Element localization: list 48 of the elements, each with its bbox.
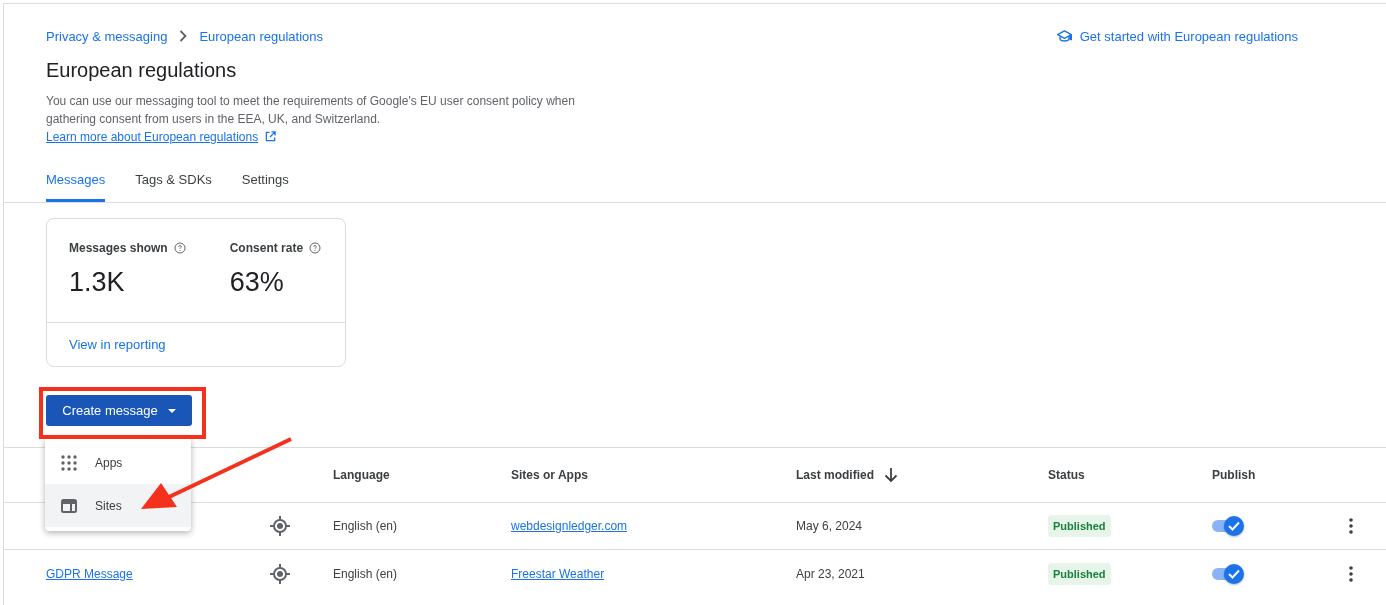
description-text: You can use our messaging tool to meet the requirements of Google's EU user consent policy when gathering consent from users in the EEA, UK, and Switzerland. Learn more about European regulations (46, 93, 576, 146)
web-page-icon (61, 498, 77, 513)
menu-item[interactable]: Sites (45, 484, 191, 527)
table-cell-text: English (en) (333, 566, 399, 581)
help-icon[interactable] (309, 242, 322, 254)
help-icon[interactable] (173, 242, 186, 254)
metric-label: Consent rate (229, 241, 304, 255)
breadcrumb-link[interactable]: European regulations (199, 28, 323, 44)
column-header: Publish (1212, 468, 1257, 482)
caret-icon (167, 408, 176, 413)
metric-value: 63% (229, 267, 285, 298)
table-cell-text: English (en) (333, 519, 399, 533)
tab[interactable]: Messages (46, 172, 106, 202)
create-message-button[interactable]: Create message (46, 395, 192, 426)
target-icon (270, 563, 290, 584)
learn-more-link[interactable]: Learn more about European regulations (46, 130, 259, 144)
table-cell-text: Apr 23, 2021 (796, 566, 866, 581)
grid-icon (61, 454, 77, 471)
column-header: Language (333, 468, 391, 482)
site-link[interactable]: Freestar Weather (511, 566, 605, 581)
column-header: Status (1048, 468, 1086, 482)
more-options-icon[interactable] (1349, 565, 1353, 582)
table-cell-text: May 6, 2024 (796, 519, 864, 533)
external-link-icon (264, 131, 276, 142)
checkmark-icon (1228, 521, 1240, 531)
publish-toggle[interactable] (1212, 563, 1244, 584)
status-badge: Published (1048, 562, 1111, 585)
menu-item[interactable]: Apps (45, 441, 191, 484)
checkmark-icon (1228, 568, 1240, 579)
tab[interactable]: Tags & SDKs (135, 172, 212, 202)
sort-down-icon[interactable] (884, 467, 898, 483)
column-header[interactable]: Last modified (796, 467, 1048, 483)
view-in-reporting-link[interactable]: View in reporting (47, 322, 345, 366)
column-header: Sites or Apps (511, 468, 589, 482)
graduation-cap-icon (1056, 29, 1072, 43)
get-started-link[interactable]: Get started with European regulations (1056, 28, 1298, 44)
more-options-icon[interactable] (1349, 518, 1353, 534)
tab[interactable]: Settings (241, 172, 289, 202)
breadcrumb-link[interactable]: Privacy & messaging (46, 28, 168, 44)
target-icon (270, 516, 290, 536)
metric-value: 1.3K (69, 267, 126, 298)
status-badge: Published (1048, 515, 1111, 537)
metric-label: Messages shown (69, 241, 168, 255)
publish-toggle[interactable] (1212, 516, 1244, 536)
message-name-link[interactable]: GDPR Message (46, 566, 133, 581)
site-link[interactable]: webdesignledger.com (511, 519, 628, 533)
chevron-right-icon (179, 30, 188, 42)
page-title: European regulations (46, 59, 238, 82)
